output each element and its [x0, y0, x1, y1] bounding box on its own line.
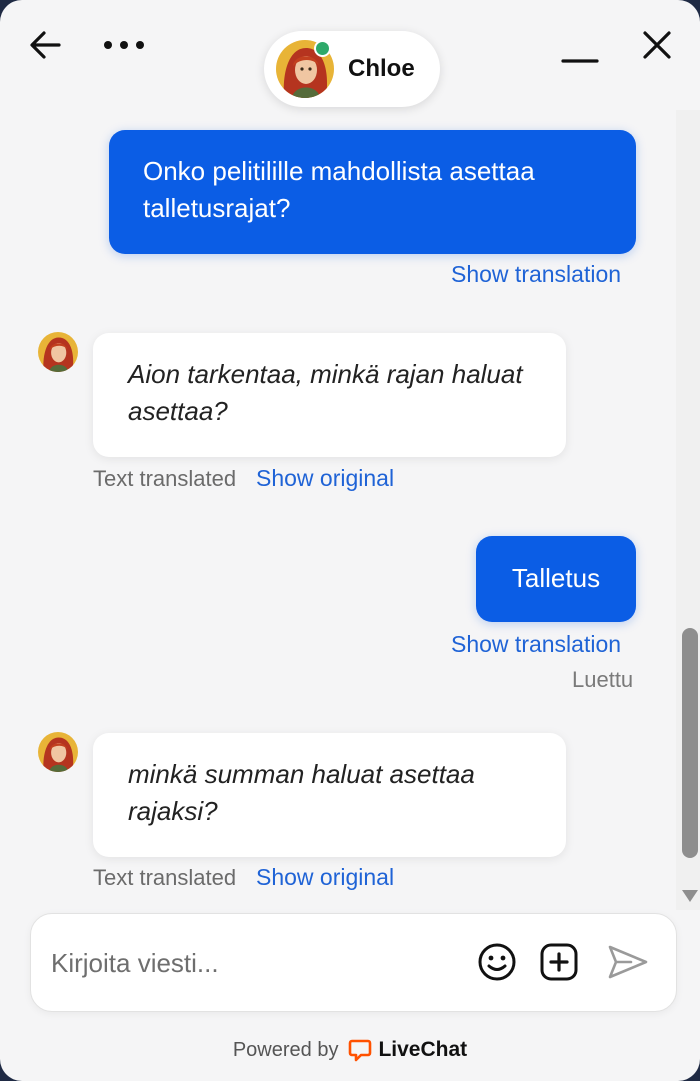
read-status: Luettu	[572, 667, 634, 692]
agent-name: Chloe	[348, 55, 415, 82]
agent-avatar-small	[38, 332, 78, 372]
minimize-icon	[561, 59, 599, 63]
message-input[interactable]	[49, 940, 453, 986]
emoji-button[interactable]	[476, 941, 518, 983]
arrow-left-icon	[30, 31, 61, 59]
livechat-logo-icon	[349, 1039, 372, 1062]
livechat-brand: LiveChat	[378, 1038, 468, 1061]
chat-header: Chloe	[0, 0, 700, 110]
powered-by-footer[interactable]: Powered by LiveChat	[0, 1036, 700, 1064]
message-composer	[30, 913, 677, 1012]
incoming-message-bubble: minkä summan haluat asettaa rajaksi?	[93, 733, 566, 857]
powered-by-text: Powered by	[232, 1038, 339, 1061]
close-icon	[643, 31, 671, 59]
message-text: Talletus	[511, 563, 601, 593]
more-options-button[interactable]	[98, 24, 150, 66]
scrollbar-thumb[interactable]	[682, 628, 698, 858]
scroll-down-arrow[interactable]	[682, 890, 698, 902]
message-text: minkä summan haluat asettaa rajaksi?	[128, 759, 475, 826]
translated-label: Text translated	[93, 466, 237, 491]
incoming-message-bubble: Aion tarkentaa, minkä rajan haluat asett…	[93, 333, 566, 457]
outgoing-message-bubble: Onko pelitilille mahdollista asettaa tal…	[109, 130, 636, 254]
online-status-dot	[314, 40, 331, 57]
message-text: Onko pelitilille mahdollista asettaa tal…	[143, 156, 535, 223]
more-horizontal-icon	[104, 41, 144, 49]
show-original-link[interactable]: Show original	[256, 864, 394, 891]
agent-badge[interactable]: Chloe	[264, 31, 440, 107]
message-text: Aion tarkentaa, minkä rajan haluat asett…	[128, 359, 523, 426]
translated-label: Text translated	[93, 865, 237, 890]
close-button[interactable]	[634, 22, 680, 68]
chat-widget: Chloe Onko pelitilille mahdollista asett…	[0, 0, 700, 1081]
send-icon	[608, 945, 648, 979]
back-button[interactable]	[22, 24, 68, 66]
show-original-link[interactable]: Show original	[256, 465, 394, 492]
add-attachment-button[interactable]	[538, 941, 580, 983]
outgoing-message-bubble: Talletus	[476, 536, 636, 622]
add-attachment-icon	[540, 943, 578, 981]
minimize-button[interactable]	[556, 28, 604, 70]
emoji-icon	[478, 943, 516, 981]
send-button[interactable]	[606, 941, 650, 983]
agent-avatar-small	[38, 732, 78, 772]
show-translation-link[interactable]: Show translation	[451, 631, 621, 658]
show-translation-link[interactable]: Show translation	[451, 261, 621, 288]
